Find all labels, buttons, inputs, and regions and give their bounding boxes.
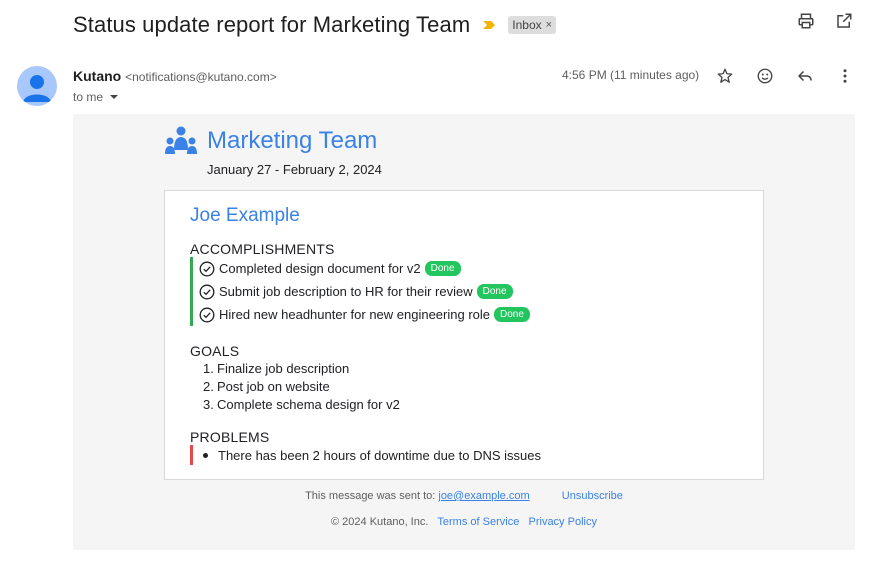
email-subject: Status update report for Marketing Team xyxy=(73,12,471,37)
check-circle-icon xyxy=(199,307,215,323)
accomplishment-text: Submit job description to HR for their r… xyxy=(219,284,473,299)
team-title: Marketing Team xyxy=(207,127,378,154)
inbox-label-text: Inbox xyxy=(512,18,542,32)
sender-block: Kutano <notifications@kutano.com> to me xyxy=(73,68,277,104)
unsubscribe-link[interactable]: Unsubscribe xyxy=(562,490,623,502)
list-item: 3. Complete schema design for v2 xyxy=(203,395,400,413)
privacy-link[interactable]: Privacy Policy xyxy=(529,516,597,528)
person-name: Joe Example xyxy=(190,205,300,226)
accomplishments-list: Completed design document for v2 Done Su… xyxy=(190,257,530,326)
status-badge: Done xyxy=(476,284,513,299)
list-item: Hired new headhunter for new engineering… xyxy=(199,303,530,326)
emoji-icon[interactable] xyxy=(754,65,776,87)
check-circle-icon xyxy=(199,284,215,300)
report-date-range: January 27 - February 2, 2024 xyxy=(207,162,382,177)
status-badge: Done xyxy=(494,307,530,322)
list-item: 1. Finalize job description xyxy=(203,359,400,377)
check-circle-icon xyxy=(199,261,215,277)
status-badge: Done xyxy=(424,261,461,276)
sender-avatar[interactable] xyxy=(17,66,57,106)
terms-link[interactable]: Terms of Service xyxy=(437,516,519,528)
chevron-down-icon[interactable] xyxy=(109,92,119,102)
problems-list: There has been 2 hours of downtime due t… xyxy=(190,445,541,465)
sender-name[interactable]: Kutano xyxy=(73,68,121,84)
footer-legal: © 2024 Kutano, Inc. Terms of Service Pri… xyxy=(73,516,855,528)
accomplishment-text: Completed design document for v2 xyxy=(219,261,421,276)
importance-marker-icon[interactable] xyxy=(482,18,496,32)
sent-to-email-link[interactable]: joe@example.com xyxy=(438,490,529,502)
star-icon[interactable] xyxy=(714,65,736,87)
goal-number: 3. xyxy=(203,396,214,412)
list-item: 2. Post job on website xyxy=(203,377,400,395)
subject-row: Status update report for Marketing Team … xyxy=(73,10,863,40)
team-icon xyxy=(165,126,197,154)
person-icon xyxy=(23,75,51,102)
goal-number: 2. xyxy=(203,378,214,394)
list-item: Submit job description to HR for their r… xyxy=(199,280,530,303)
problems-heading: PROBLEMS xyxy=(190,429,270,445)
goal-number: 1. xyxy=(203,360,214,376)
sender-email: <notifications@kutano.com> xyxy=(125,70,277,84)
bullet-dot xyxy=(203,452,208,458)
copyright-text: © 2024 Kutano, Inc. xyxy=(331,516,429,528)
footer-sent-to: This message was sent to: joe@example.co… xyxy=(73,490,855,502)
email-body: Marketing Team January 27 - February 2, … xyxy=(73,114,855,550)
team-header: Marketing Team xyxy=(165,126,377,156)
accomplishment-text: Hired new headhunter for new engineering… xyxy=(219,307,491,322)
list-item: Completed design document for v2 Done xyxy=(199,257,530,280)
goals-list: 1. Finalize job description 2. Post job … xyxy=(203,359,400,413)
sent-to-label: This message was sent to: xyxy=(305,490,436,502)
message-actions xyxy=(714,65,856,87)
recipient-toggle[interactable]: to me xyxy=(73,90,277,104)
goal-text: Complete schema design for v2 xyxy=(217,396,400,412)
print-icon[interactable] xyxy=(795,10,817,32)
reply-icon[interactable] xyxy=(794,65,816,87)
email-timestamp: 4:56 PM (11 minutes ago) xyxy=(562,68,700,82)
top-actions xyxy=(795,10,855,32)
person-report-card: Joe Example ACCOMPLISHMENTS Completed de… xyxy=(164,190,764,480)
problem-text: There has been 2 hours of downtime due t… xyxy=(218,447,542,463)
open-in-new-icon[interactable] xyxy=(833,10,855,32)
goal-text: Post job on website xyxy=(217,378,330,394)
inbox-label-chip[interactable]: Inbox × xyxy=(508,16,557,34)
goals-heading: GOALS xyxy=(190,343,240,359)
goal-text: Finalize job description xyxy=(217,360,350,376)
more-vert-icon[interactable] xyxy=(834,65,856,87)
accomplishments-heading: ACCOMPLISHMENTS xyxy=(190,241,335,257)
remove-label-button[interactable]: × xyxy=(546,19,552,31)
recipient-text: to me xyxy=(73,90,104,104)
